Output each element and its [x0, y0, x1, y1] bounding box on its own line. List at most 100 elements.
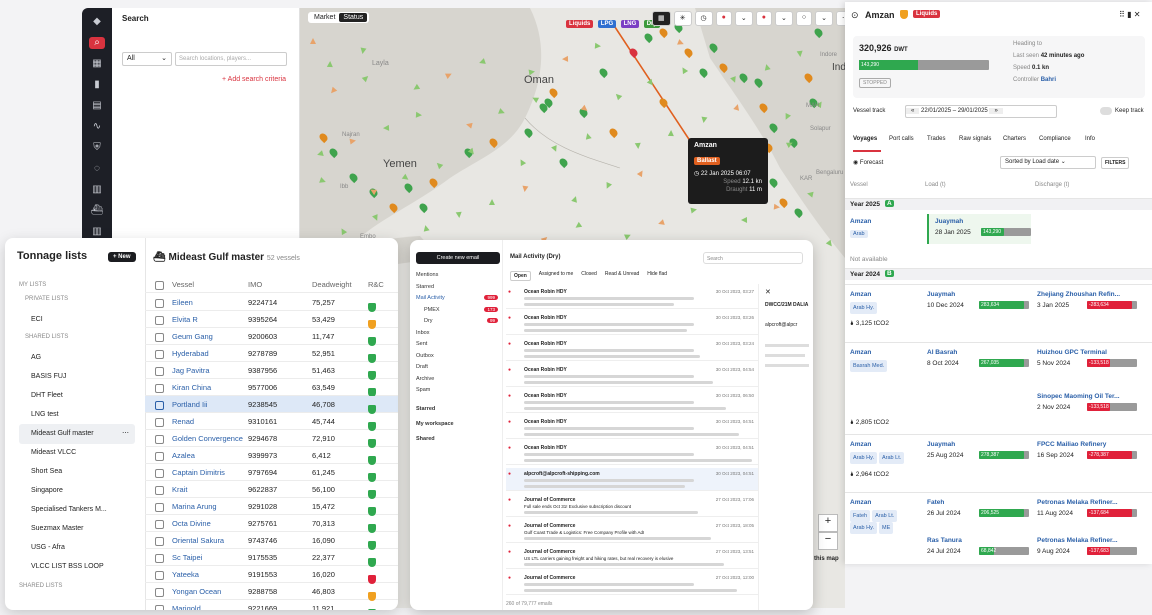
mail-row[interactable]: ● Ocean Robin HDY 30 Oct 2023, 03:27	[506, 286, 758, 309]
table-row[interactable]: Marigold 9221669 11,921	[145, 600, 398, 610]
list-item[interactable]: Short Sea	[19, 462, 135, 482]
mail-nav-item[interactable]: Mentions	[416, 272, 498, 278]
search-icon[interactable]: ⌕	[89, 37, 105, 49]
tab-voyages[interactable]: Voyages	[853, 136, 877, 142]
mail-row[interactable]: ● Journal of Commerce 27 Oct 2023, 18:05 Gu…	[506, 520, 758, 543]
table-row[interactable]: Golden Convergence 9294678 72,910	[145, 430, 398, 448]
table-row[interactable]: Sc Taipei 9175535 22,377	[145, 549, 398, 567]
tab-raw-signals[interactable]: Raw signals	[959, 136, 991, 142]
table-row[interactable]: Hyderabad 9278789 52,951	[145, 345, 398, 363]
mail-row[interactable]: ● Journal of Commerce 27 Oct 2023, 12:00	[506, 572, 758, 595]
filter-open[interactable]: Open	[510, 271, 531, 281]
panel-actions[interactable]: ⠿ ▮ ✕	[1119, 10, 1140, 19]
mail-nav-item[interactable]: Dry 99	[416, 318, 498, 324]
mail-row[interactable]: ● Ocean Robin HDY 30 Oct 2023, 04:51	[506, 442, 758, 465]
table-row[interactable]: Geum Gang 9200603 11,747	[145, 328, 398, 346]
back-icon[interactable]: ⊙	[851, 10, 859, 21]
table-row[interactable]: Azalea 9399973 6,412	[145, 447, 398, 465]
mail-nav-item[interactable]: Outbox	[416, 353, 498, 359]
filter-assigned[interactable]: Assigned to me	[539, 271, 573, 281]
table-row[interactable]: Oriental Sakura 9743746 16,090	[145, 532, 398, 550]
row-checkbox[interactable]	[155, 417, 164, 427]
document-icon[interactable]: ▤	[89, 100, 105, 112]
row-checkbox[interactable]	[155, 349, 164, 359]
mail-row[interactable]: ● Ocean Robin HDY 30 Oct 2023, 03:26	[506, 312, 758, 335]
table-row[interactable]: Marina Arung 9291028 15,472	[145, 498, 398, 516]
list-item[interactable]: BASIS FUJ	[19, 367, 135, 387]
row-checkbox[interactable]	[155, 315, 164, 325]
segment-chips[interactable]: Liquids LPG LNG Dry	[566, 12, 660, 28]
filters-button[interactable]: FILTERS	[1101, 157, 1130, 169]
mail-row[interactable]: ● Ocean Robin HDY 30 Oct 2023, 04:51	[506, 416, 758, 439]
table-row[interactable]: Captain Dimitris 9797694 61,245	[145, 464, 398, 482]
market-status-toggle[interactable]: Market Status	[308, 12, 370, 23]
chip-lng[interactable]: LNG	[620, 20, 640, 28]
compass-icon[interactable]: ◌	[89, 163, 105, 175]
sun-icon[interactable]: ✳	[673, 11, 692, 26]
alert-icon[interactable]: ●	[715, 11, 732, 26]
filter-hide[interactable]: Hide flad	[647, 271, 667, 281]
ships-icon[interactable]: ⛴	[89, 205, 105, 217]
row-checkbox[interactable]	[155, 434, 164, 444]
search-filter-select[interactable]: All ⌄	[122, 52, 172, 66]
mail-nav-item[interactable]: Mail Activity 999	[416, 295, 498, 301]
mail-row[interactable]: ● Ocean Robin HDY 30 Oct 2023, 03:24	[506, 338, 758, 361]
list-item[interactable]: USG - Afra	[19, 538, 135, 558]
search-this-map-button[interactable]: this map	[814, 556, 839, 562]
row-checkbox[interactable]	[155, 519, 164, 529]
mail-nav-item[interactable]: Starred	[416, 284, 498, 290]
new-list-button[interactable]: + New	[108, 252, 136, 262]
grid-icon[interactable]: ▦	[89, 58, 105, 70]
mail-search-input[interactable]: Search	[703, 252, 803, 264]
date-range-picker[interactable]: « 22/01/2025 – 29/01/2025 »	[905, 105, 1057, 118]
mail-row[interactable]: ● Journal of Commerce 27 Oct 2023, 17:06 Fu…	[506, 494, 758, 517]
mail-nav-item[interactable]: Inbox	[416, 330, 498, 336]
zoom-out-button[interactable]: −	[818, 532, 838, 550]
logo-icon[interactable]: ◆	[89, 16, 105, 28]
building-icon[interactable]: ▥	[89, 184, 105, 196]
row-checkbox[interactable]	[155, 485, 164, 495]
search-input[interactable]: Search locations, players...	[175, 52, 287, 66]
row-checkbox[interactable]	[155, 332, 164, 342]
chevron-down-icon[interactable]: ⌄	[815, 11, 833, 26]
table-row[interactable]: Elvita R 9395264 53,429	[145, 311, 398, 329]
mail-row[interactable]: ● Ocean Robin HDY 30 Oct 2023, 04:54	[506, 364, 758, 387]
filter-closed[interactable]: Closed	[581, 271, 597, 281]
table-row[interactable]: Kiran China 9577006 63,549	[145, 379, 398, 397]
add-criteria-button[interactable]: + Add search criteria	[222, 76, 286, 83]
list-item[interactable]: Suezmax Master	[19, 519, 135, 539]
list-item[interactable]: LNG test	[19, 405, 135, 425]
more-icon[interactable]: ⋯	[835, 11, 845, 26]
row-checkbox[interactable]	[155, 400, 164, 410]
chevron-down-icon[interactable]: ⌄	[734, 11, 753, 26]
voyage-card[interactable]: Amzan Arab Hy. Juaymah 10 Dec 2024 283,634 Zh…	[845, 284, 1152, 340]
close-icon[interactable]: ✕	[765, 288, 771, 296]
table-row[interactable]: Renad 9310161 45,744	[145, 413, 398, 431]
compose-button[interactable]: Create new email	[416, 252, 500, 264]
voyage-card[interactable]: Amzan Arab Hy. Arab Lt. Juaymah 25 Aug 2024 2…	[845, 434, 1152, 492]
tab-info[interactable]: Info	[1085, 136, 1095, 142]
filter-read[interactable]: Read & Unread	[605, 271, 639, 281]
mail-nav-item[interactable]: Sent	[416, 341, 498, 347]
row-checkbox[interactable]	[155, 502, 164, 512]
mail-nav-item[interactable]: Archive	[416, 376, 498, 382]
row-checkbox[interactable]	[155, 604, 164, 610]
table-row[interactable]: Octa Divine 9275761 70,313	[145, 515, 398, 533]
mail-row[interactable]: ● Ocean Robin HDY 30 Oct 2023, 06:50	[506, 390, 758, 413]
stop-icon[interactable]: ●	[755, 11, 772, 26]
table-row[interactable]: Jag Pavitra 9387956 51,463	[145, 362, 398, 380]
table-row[interactable]: Yongan Ocean 9288758 46,803	[145, 583, 398, 601]
row-checkbox[interactable]	[155, 366, 164, 376]
list-item[interactable]: Mideast Gulf master ⋯	[19, 424, 135, 444]
grid-icon[interactable]: ▦	[652, 11, 671, 26]
mail-nav-item[interactable]: Spam	[416, 387, 498, 393]
mail-row[interactable]: ● Journal of Commerce 27 Oct 2023, 13:51 US…	[506, 546, 758, 569]
keep-track-toggle[interactable]	[1100, 107, 1112, 115]
circle-icon[interactable]: ○	[795, 11, 813, 26]
sort-select[interactable]: Sorted by Load date ⌄	[1000, 156, 1096, 169]
row-checkbox[interactable]	[155, 298, 164, 308]
row-checkbox[interactable]	[155, 587, 164, 597]
row-checkbox[interactable]	[155, 383, 164, 393]
list-item[interactable]: DHT Fleet	[19, 386, 135, 406]
list-item[interactable]: ECI	[19, 310, 135, 330]
